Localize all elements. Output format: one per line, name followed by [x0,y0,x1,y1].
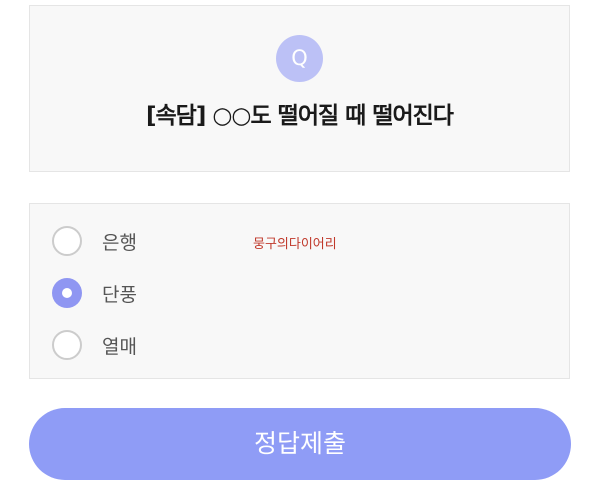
option-label: 단풍 [102,283,137,306]
watermark-text: 뭉구의다이어리 [253,237,337,252]
radio-button-unchecked[interactable] [52,330,82,360]
option-label: 은행 [102,231,137,254]
option-1[interactable]: 은행 [52,223,137,259]
question-card: Q [속담] ○○도 떨어질 때 떨어진다 [29,5,570,172]
option-3[interactable]: 열매 [52,327,137,363]
options-card: 은행 단풍 열매 뭉구의다이어리 [29,203,570,379]
option-2[interactable]: 단풍 [52,275,137,311]
radio-button-checked[interactable] [52,278,82,308]
question-text: [속담] ○○도 떨어질 때 떨어진다 [146,103,454,129]
option-label: 열매 [102,335,137,358]
question-badge: Q [276,35,323,82]
submit-answer-button[interactable]: 정답제출 [29,408,571,480]
radio-button-unchecked[interactable] [52,226,82,256]
